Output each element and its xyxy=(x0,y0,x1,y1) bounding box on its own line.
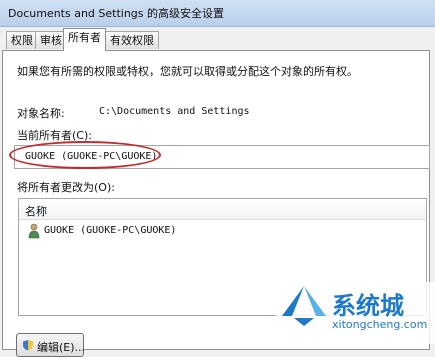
window-title: Documents and Settings 的高级安全设置 xyxy=(8,7,225,20)
list-item-label: GUOKE (GUOKE-PC\GUOKE) xyxy=(44,225,177,236)
edit-button[interactable]: 编辑(E)... xyxy=(16,333,86,357)
shield-icon xyxy=(23,340,33,351)
owner-list-header[interactable]: 名称 xyxy=(19,199,426,220)
title-bar: Documents and Settings 的高级安全设置 xyxy=(0,0,435,27)
tab-effective-permissions[interactable]: 有效权限 xyxy=(105,31,159,49)
tab-permissions[interactable]: 权限 xyxy=(6,31,38,49)
watermark: 系统城 xitongcheng.com xyxy=(276,282,435,344)
column-header-name: 名称 xyxy=(25,205,47,218)
highlight-ellipse xyxy=(9,141,161,169)
instruction-text: 如果您有所需的权限或特权，您就可以取得或分配这个对象的所有权。 xyxy=(17,65,358,78)
object-name-value: C:\Documents and Settings xyxy=(99,106,250,117)
user-icon xyxy=(28,223,40,239)
change-owner-label: 将所有者更改为(O): xyxy=(17,181,115,194)
tab-owner[interactable]: 所有者 xyxy=(63,28,106,51)
watermark-url: xitongcheng.com xyxy=(332,318,428,331)
object-name-label: 对象名称: xyxy=(17,107,65,120)
watermark-logo-icon xyxy=(282,286,326,326)
watermark-brand: 系统城 xyxy=(332,292,404,320)
edit-button-label: 编辑(E)... xyxy=(37,341,86,354)
